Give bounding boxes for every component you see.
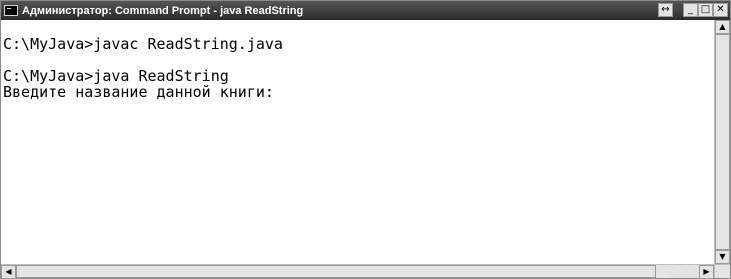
minimize-button[interactable]: _ [683, 3, 698, 17]
close-button[interactable]: ✕ [713, 3, 728, 17]
cmd-icon[interactable] [4, 5, 18, 16]
console-line [1, 52, 714, 68]
scroll-right-button[interactable]: ▶ [699, 265, 714, 279]
console-line: C:\MyJava>javac ReadString.java [3, 35, 283, 53]
vertical-scrollbar[interactable]: ▲ ▼ [714, 20, 730, 264]
size-grip[interactable] [714, 264, 730, 278]
horizontal-scroll-thumb[interactable] [16, 265, 656, 278]
window-title: Администратор: Command Prompt - java Rea… [22, 4, 304, 17]
title-bar[interactable]: Администратор: Command Prompt - java Rea… [1, 1, 730, 20]
scroll-down-button[interactable]: ▼ [715, 250, 730, 264]
horizontal-scrollbar[interactable]: ◀ ▶ [1, 264, 714, 279]
control-spacer [673, 3, 683, 18]
console-line: Введите название данной книги: [3, 83, 274, 101]
console-output[interactable]: C:\MyJava>javac ReadString.java C:\MyJav… [1, 20, 714, 264]
scroll-left-button[interactable]: ◀ [1, 265, 16, 279]
console-line: C:\MyJava>java ReadString [3, 67, 229, 85]
console-line [1, 20, 714, 36]
window-controls: ↔ _ □ ✕ [658, 3, 728, 18]
vertical-scroll-thumb[interactable] [715, 34, 730, 250]
maximize-button[interactable]: □ [698, 3, 713, 17]
command-prompt-window: Администратор: Command Prompt - java Rea… [0, 0, 731, 279]
scroll-up-button[interactable]: ▲ [715, 20, 730, 34]
resize-arrows-icon[interactable]: ↔ [658, 3, 673, 17]
